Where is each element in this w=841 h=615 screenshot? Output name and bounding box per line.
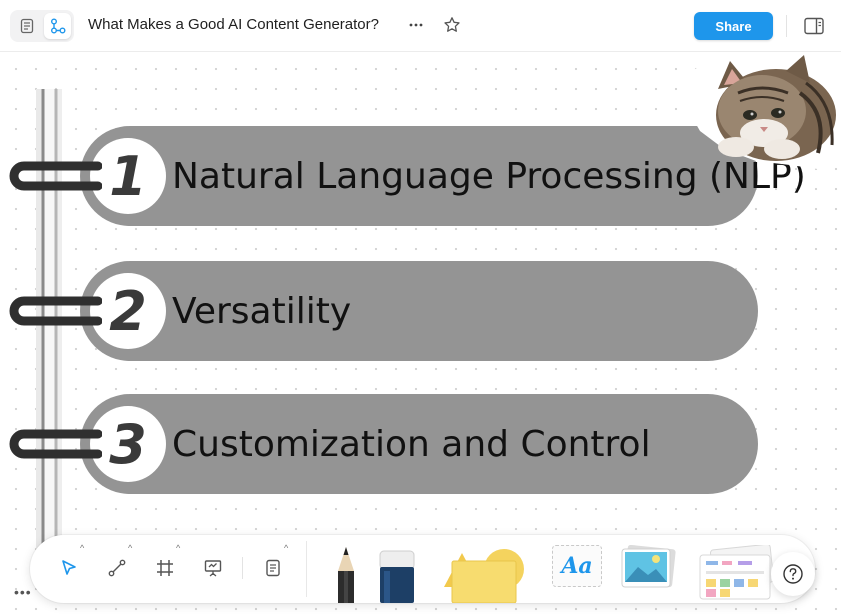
star-icon: [444, 17, 460, 32]
item-text: Customization and Control: [172, 423, 651, 465]
binder-ring: [9, 429, 102, 459]
note-tool-icon: [266, 559, 280, 577]
page-mode-button[interactable]: [13, 13, 40, 39]
connector-tool-button[interactable]: [102, 553, 132, 583]
edgeless-toolbar: ^ ^ ^ ^ Aa: [30, 535, 815, 603]
note-tool-button[interactable]: [258, 553, 288, 583]
edgeless-canvas[interactable]: 1 Natural Language Processing (NLP) 2 Ve…: [0, 53, 841, 615]
connector-tool-caret-icon[interactable]: ^: [128, 543, 132, 553]
page-mode-icon: [20, 18, 33, 34]
shape-tool-icon[interactable]: [442, 547, 532, 603]
text-tool-button[interactable]: Aa: [552, 545, 602, 587]
toolbar-divider: [242, 557, 243, 579]
help-icon: [783, 564, 803, 584]
more-tools-button[interactable]: •••: [14, 584, 32, 600]
header-divider: [786, 15, 787, 37]
edgeless-mode-button[interactable]: [44, 13, 71, 39]
connector-tool-icon: [108, 559, 126, 577]
mode-switch: [10, 10, 74, 42]
list-item-card[interactable]: 1 Natural Language Processing (NLP): [80, 126, 806, 226]
list-item-card[interactable]: 2 Versatility: [80, 261, 758, 361]
eraser-tool-icon[interactable]: [378, 549, 416, 603]
sidebar-toggle-icon: [804, 17, 824, 35]
more-options-button[interactable]: [405, 14, 427, 36]
frame-tool-icon: [157, 560, 173, 576]
edgeless-mode-icon: [50, 18, 65, 34]
select-tool-button[interactable]: [54, 553, 84, 583]
help-button[interactable]: [771, 552, 815, 596]
note-tool-caret-icon[interactable]: ^: [284, 543, 288, 553]
item-text: Versatility: [172, 290, 352, 332]
frame-tool-button[interactable]: [150, 553, 180, 583]
frame-tool-caret-icon[interactable]: ^: [176, 543, 180, 553]
share-button[interactable]: Share: [694, 12, 773, 40]
cat-sticker[interactable]: [678, 53, 841, 169]
more-horizontal-icon: [409, 23, 423, 27]
presentation-tool-icon: [204, 560, 222, 577]
pencil-tool-icon[interactable]: [334, 545, 358, 603]
toolbar-divider: [306, 541, 307, 597]
list-item-card[interactable]: 3 Customization and Control: [80, 394, 758, 494]
binder-ring: [9, 296, 102, 326]
select-tool-icon: [62, 560, 76, 575]
template-tool-icon[interactable]: [698, 545, 778, 601]
favorite-button[interactable]: [441, 14, 463, 36]
sidebar-toggle-button[interactable]: [801, 13, 827, 39]
binder-ring: [9, 161, 102, 191]
top-bar: What Makes a Good AI Content Generator? …: [0, 0, 841, 52]
document-title[interactable]: What Makes a Good AI Content Generator?: [88, 16, 379, 33]
image-tool-icon[interactable]: [620, 545, 676, 591]
select-tool-caret-icon[interactable]: ^: [80, 543, 84, 553]
presentation-tool-button[interactable]: [198, 553, 228, 583]
